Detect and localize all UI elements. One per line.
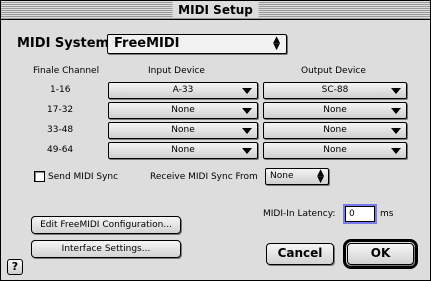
channel-label-4: 49-64 — [47, 145, 74, 155]
input-device-value-4: None — [171, 145, 195, 155]
channel-label-2: 17-32 — [47, 105, 74, 115]
channel-label-3: 33-48 — [47, 125, 74, 135]
receive-midi-sync-value: None — [270, 171, 294, 181]
midi-in-latency-label: MIDI-In Latency: — [263, 209, 336, 219]
input-device-value-2: None — [171, 105, 195, 115]
cancel-button[interactable]: Cancel — [266, 243, 334, 265]
midi-system-value: FreeMIDI — [114, 36, 180, 51]
header-output-device: Output Device — [301, 66, 366, 76]
input-device-select-2[interactable]: None — [108, 102, 258, 119]
dropdown-arrow-icon — [242, 88, 252, 94]
dropdown-arrow-icon — [242, 148, 252, 154]
up-down-arrows-icon: ▲ ▼ — [317, 168, 324, 185]
output-device-value-4: None — [323, 145, 347, 155]
input-device-value-1: A-33 — [172, 85, 194, 95]
midi-setup-dialog: MIDI Setup MIDI System FreeMIDI ▲ ▼ Final… — [0, 0, 431, 281]
output-device-select-4[interactable]: None — [263, 142, 407, 159]
input-device-value-3: None — [171, 125, 195, 135]
output-device-select-3[interactable]: None — [263, 122, 407, 139]
channel-label-1: 1-16 — [50, 85, 71, 95]
midi-system-select[interactable]: FreeMIDI ▲ ▼ — [107, 34, 287, 54]
latency-unit-label: ms — [380, 209, 394, 219]
midi-system-label: MIDI System — [17, 36, 110, 51]
receive-midi-sync-select[interactable]: None ▲ ▼ — [265, 168, 329, 185]
input-device-select-1[interactable]: A-33 — [108, 82, 258, 99]
title-bar[interactable]: MIDI Setup — [1, 1, 430, 20]
midi-in-latency-input[interactable]: 0 — [345, 206, 375, 222]
output-device-value-3: None — [323, 125, 347, 135]
dropdown-arrow-icon — [242, 128, 252, 134]
up-down-arrows-icon: ▲ ▼ — [273, 35, 280, 52]
input-device-select-3[interactable]: None — [108, 122, 258, 139]
edit-freemidi-configuration-button[interactable]: Edit FreeMIDI Configuration... — [31, 216, 181, 234]
output-device-select-2[interactable]: None — [263, 102, 407, 119]
dropdown-arrow-icon — [391, 148, 401, 154]
help-icon[interactable]: ? — [7, 259, 23, 275]
send-midi-sync-label: Send MIDI Sync — [48, 172, 119, 182]
dropdown-arrow-icon — [391, 88, 401, 94]
header-finale-channel: Finale Channel — [33, 66, 100, 76]
output-device-value-1: SC-88 — [321, 85, 349, 95]
ok-button[interactable]: OK — [347, 243, 414, 265]
input-device-select-4[interactable]: None — [108, 142, 258, 159]
output-device-value-2: None — [323, 105, 347, 115]
dropdown-arrow-icon — [391, 108, 401, 114]
dropdown-arrow-icon — [391, 128, 401, 134]
window-title: MIDI Setup — [172, 2, 259, 18]
output-device-select-1[interactable]: SC-88 — [263, 82, 407, 99]
interface-settings-button[interactable]: Interface Settings... — [31, 240, 181, 258]
header-input-device: Input Device — [148, 66, 205, 76]
send-midi-sync-checkbox[interactable] — [34, 171, 45, 182]
receive-midi-sync-label: Receive MIDI Sync From — [150, 172, 258, 182]
dropdown-arrow-icon — [242, 108, 252, 114]
